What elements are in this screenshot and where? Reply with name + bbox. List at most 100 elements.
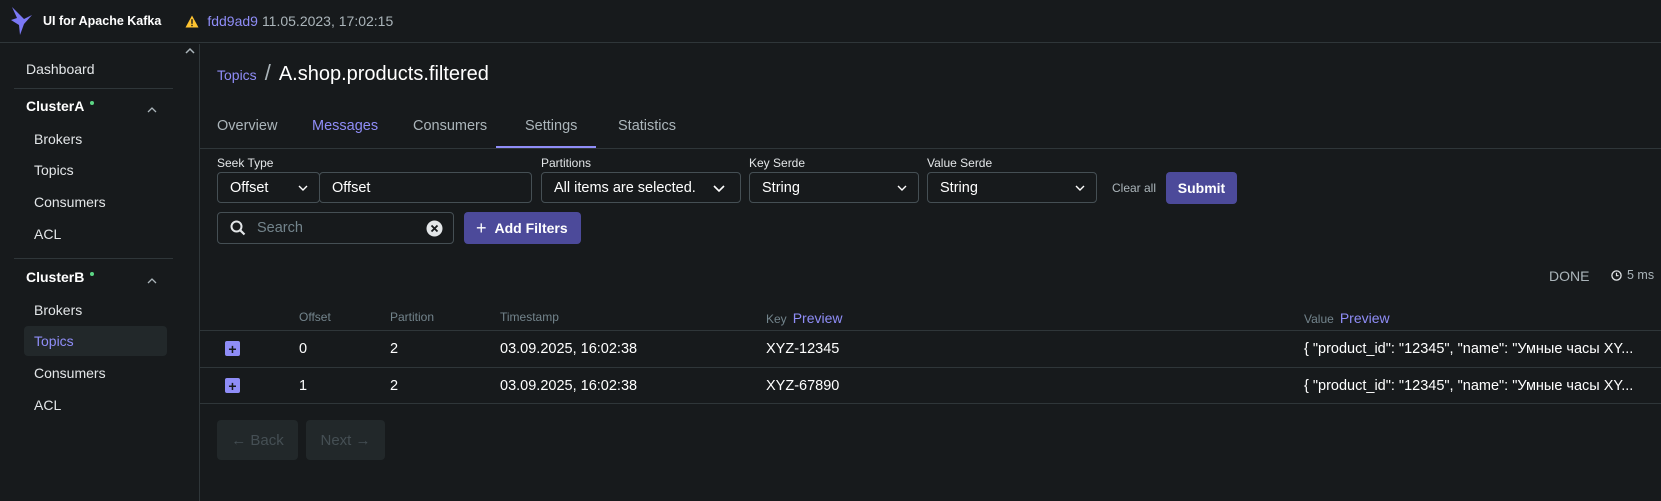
- active-tab-indicator: [496, 146, 596, 148]
- sidebar-item-acl[interactable]: ACL: [24, 219, 167, 249]
- key-serde-value: String: [762, 179, 800, 196]
- add-filters-button[interactable]: + Add Filters: [464, 212, 581, 244]
- chevron-down-icon: [1074, 182, 1086, 198]
- search-icon: [230, 220, 246, 236]
- next-button[interactable]: Next →: [306, 420, 385, 460]
- warning-icon: [185, 15, 199, 28]
- chevron-up-icon[interactable]: [147, 101, 157, 117]
- cluster-name: ClusterA: [26, 98, 85, 114]
- table-row: + 0 2 03.09.2025, 16:02:38 XYZ-12345 { "…: [200, 330, 1661, 367]
- seek-type-select[interactable]: Offset: [217, 172, 320, 203]
- kafka-logo-icon: [11, 7, 32, 35]
- elapsed-time: 5 ms: [1611, 268, 1654, 282]
- sidebar-item-topics[interactable]: Topics: [24, 155, 167, 185]
- partitions-value: All items are selected.: [554, 179, 696, 196]
- sidebar-divider: [14, 258, 173, 259]
- online-status-dot: [90, 272, 95, 276]
- cell-partition: 2: [390, 341, 399, 357]
- tab-statistics[interactable]: Statistics: [618, 118, 676, 134]
- partitions-select[interactable]: All items are selected.: [541, 172, 741, 203]
- cluster-a-header[interactable]: ClusterA: [24, 92, 167, 120]
- sidebar-item-acl[interactable]: ACL: [24, 390, 167, 420]
- sidebar-item-topics[interactable]: Topics: [24, 326, 167, 356]
- sidebar-item-label: Dashboard: [26, 61, 95, 77]
- commit-link[interactable]: fdd9ad9: [207, 13, 258, 29]
- chevron-down-icon: [297, 182, 309, 198]
- fetch-status: DONE: [1549, 268, 1590, 284]
- page-title: A.shop.products.filtered: [278, 63, 489, 85]
- column-header-timestamp: Timestamp: [500, 310, 559, 324]
- sidebar-item-consumers[interactable]: Consumers: [24, 358, 167, 388]
- tab-consumers[interactable]: Consumers: [413, 118, 487, 134]
- tab-overview[interactable]: Overview: [217, 118, 277, 134]
- elapsed-value: 5 ms: [1627, 268, 1655, 282]
- tab-messages[interactable]: Messages: [312, 118, 378, 134]
- cell-offset: 1: [299, 378, 308, 394]
- sidebar-divider: [14, 88, 173, 89]
- sidebar-item-label: Consumers: [34, 194, 106, 210]
- submit-button[interactable]: Submit: [1166, 172, 1237, 204]
- seek-type-label: Seek Type: [217, 156, 274, 170]
- chevron-down-icon: [896, 182, 908, 198]
- sidebar: Dashboard ClusterA Brokers Topics Consum…: [0, 44, 200, 501]
- key-preview-link[interactable]: Preview: [793, 310, 843, 326]
- sidebar-item-label: Topics: [34, 333, 74, 349]
- online-status-dot: [90, 101, 95, 105]
- search-input[interactable]: Search: [217, 212, 454, 244]
- clock-icon: [1611, 269, 1622, 281]
- sidebar-item-dashboard[interactable]: Dashboard: [24, 54, 167, 84]
- build-date: 11.05.2023, 17:02:15: [261, 13, 394, 29]
- top-navbar: UI for Apache Kafka fdd9ad9 11.05.2023, …: [0, 0, 1661, 43]
- column-header-key: Key Preview: [766, 310, 842, 326]
- expand-row-icon[interactable]: +: [225, 378, 240, 393]
- sidebar-item-consumers[interactable]: Consumers: [24, 187, 167, 217]
- add-filters-label: Add Filters: [494, 220, 568, 236]
- topic-tabs: Overview Messages Consumers Settings Sta…: [200, 112, 1661, 149]
- breadcrumb-separator: /: [264, 60, 271, 85]
- key-serde-select[interactable]: String: [749, 172, 919, 203]
- seek-type-value: Offset: [230, 179, 269, 196]
- sidebar-item-label: Topics: [34, 162, 74, 178]
- version-info: fdd9ad9 11.05.2023, 17:02:15: [185, 13, 393, 29]
- cluster-name: ClusterB: [26, 269, 85, 285]
- app-logo[interactable]: UI for Apache Kafka: [10, 6, 161, 36]
- value-serde-label: Value Serde: [927, 156, 993, 170]
- key-serde-label: Key Serde: [749, 156, 806, 170]
- search-placeholder: Search: [257, 220, 303, 236]
- sidebar-item-label: ACL: [34, 226, 62, 242]
- column-header-partition: Partition: [390, 310, 435, 324]
- sidebar-item-label: Brokers: [34, 131, 83, 147]
- clear-search-icon[interactable]: [426, 220, 443, 237]
- value-header-label: Value: [1304, 312, 1334, 326]
- seek-offset-value: Offset: [332, 179, 371, 196]
- clear-all-button[interactable]: Clear all: [1112, 181, 1156, 195]
- sidebar-item-label: ACL: [34, 397, 62, 413]
- value-serde-select[interactable]: String: [927, 172, 1097, 203]
- sidebar-item-brokers[interactable]: Brokers: [24, 124, 167, 154]
- expand-row-icon[interactable]: +: [225, 341, 240, 356]
- key-header-label: Key: [766, 312, 787, 326]
- breadcrumb-topics-link[interactable]: Topics: [217, 67, 257, 83]
- cell-key: XYZ-67890: [766, 378, 840, 394]
- tab-settings[interactable]: Settings: [525, 118, 577, 134]
- cell-value: { "product_id": "12345", "name": "Умные …: [1304, 378, 1634, 394]
- app-name: UI for Apache Kafka: [43, 14, 162, 28]
- cell-partition: 2: [390, 378, 399, 394]
- chevron-down-icon: [712, 182, 726, 198]
- cell-timestamp: 03.09.2025, 16:02:38: [500, 378, 638, 394]
- plus-icon: +: [476, 218, 487, 238]
- back-button[interactable]: ← Back: [217, 420, 298, 460]
- cell-timestamp: 03.09.2025, 16:02:38: [500, 341, 638, 357]
- cluster-b-header[interactable]: ClusterB: [24, 263, 167, 291]
- value-preview-link[interactable]: Preview: [1340, 310, 1390, 326]
- value-serde-value: String: [940, 179, 978, 196]
- sidebar-item-label: Brokers: [34, 302, 83, 318]
- sidebar-item-brokers[interactable]: Brokers: [24, 295, 167, 325]
- chevron-up-icon[interactable]: [147, 272, 157, 288]
- breadcrumb: Topics / A.shop.products.filtered: [217, 60, 489, 86]
- table-row: + 1 2 03.09.2025, 16:02:38 XYZ-67890 { "…: [200, 367, 1661, 404]
- cell-offset: 0: [299, 341, 308, 357]
- seek-offset-input[interactable]: Offset: [319, 172, 532, 203]
- partitions-label: Partitions: [541, 156, 592, 170]
- chevron-up-icon[interactable]: [184, 44, 196, 56]
